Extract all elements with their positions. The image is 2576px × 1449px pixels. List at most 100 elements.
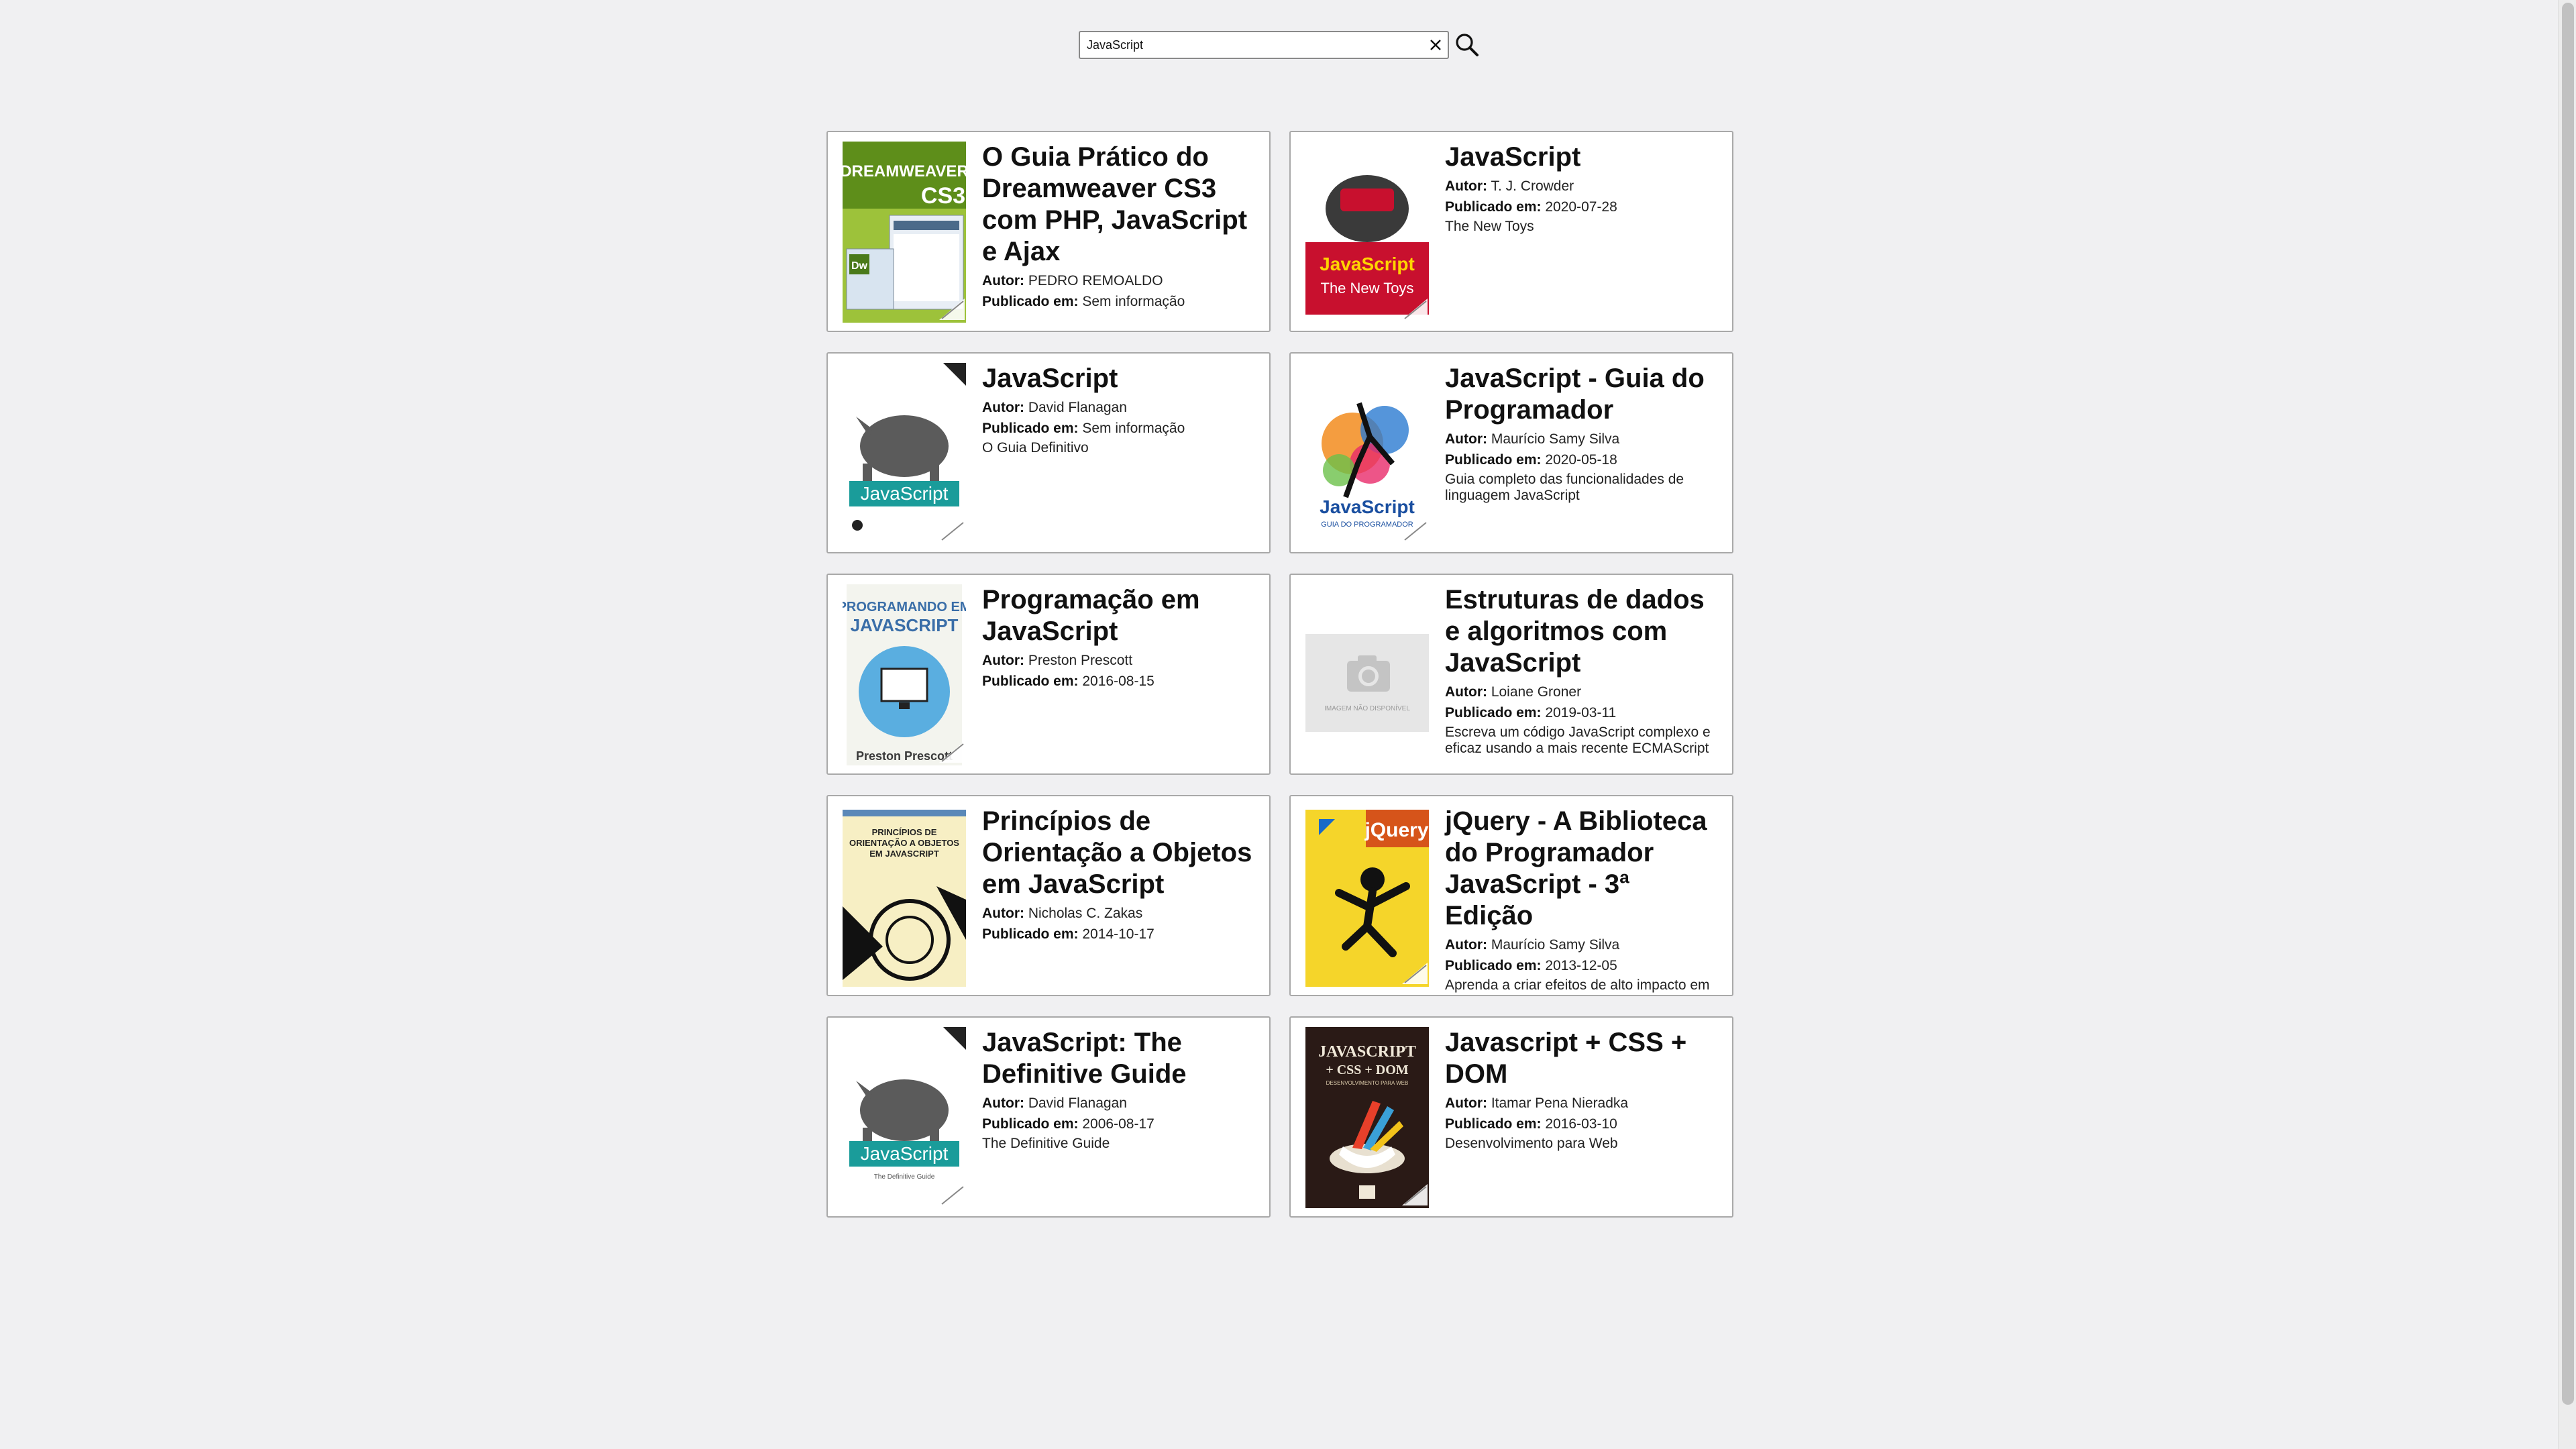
book-card[interactable]: JavaScript The New Toys JavaScript Autor… (1289, 131, 1733, 332)
book-author: Autor: Preston Prescott (982, 650, 1258, 671)
scrollbar-thumb[interactable] (2562, 3, 2574, 1405)
book-title[interactable]: JavaScript (982, 363, 1258, 394)
search-input[interactable] (1087, 33, 1424, 57)
author-label: Autor: (1445, 684, 1487, 700)
published-label: Publicado em: (1445, 1116, 1542, 1132)
book-subtitle: O Guia Definitivo (982, 440, 1089, 455)
author-value: Itamar Pena Nieradka (1491, 1095, 1629, 1111)
author-label: Autor: (1445, 431, 1487, 447)
book-published: Publicado em: Sem informação (982, 418, 1258, 439)
book-published: Publicado em: 2019-03-11 (1445, 702, 1721, 723)
author-value: T. J. Crowder (1491, 178, 1574, 194)
book-card[interactable]: JavaScript JavaScript Autor: David Flana… (826, 352, 1271, 553)
published-label: Publicado em: (982, 926, 1079, 942)
book-info: jQuery - A Biblioteca do Programador Jav… (1445, 806, 1721, 995)
book-author: Autor: T. J. Crowder (1445, 176, 1721, 197)
author-label: Autor: (1445, 1095, 1487, 1111)
published-label: Publicado em: (982, 294, 1079, 309)
book-card[interactable]: JAVASCRIPT + CSS + DOM DESENVOLVIMENTO P… (1289, 1016, 1733, 1218)
book-info: Programação em JavaScript Autor: Preston… (982, 584, 1258, 765)
book-info: JavaScript Autor: David Flanagan Publica… (982, 363, 1258, 544)
svg-text:JavaScript: JavaScript (861, 1143, 949, 1164)
book-card[interactable]: JavaScript The Definitive Guide JavaScri… (826, 1016, 1271, 1218)
book-published: Publicado em: 2020-05-18 (1445, 449, 1721, 470)
book-title[interactable]: Javascript + CSS + DOM (1445, 1027, 1721, 1090)
book-cover: PRINCÍPIOS DE ORIENTAÇÃO A OBJETOS EM JA… (843, 806, 966, 987)
book-author: Autor: Maurício Samy Silva (1445, 934, 1721, 955)
book-card[interactable]: PROGRAMANDO EM JAVASCRIPT Preston Presco… (826, 574, 1271, 775)
book-published: Publicado em: 2014-10-17 (982, 924, 1258, 945)
book-published: Publicado em: 2006-08-17 (982, 1114, 1258, 1134)
book-info: Estruturas de dados e algoritmos com Jav… (1445, 584, 1721, 765)
svg-text:The Definitive Guide: The Definitive Guide (874, 1173, 935, 1181)
svg-text:PRINCÍPIOS DE: PRINCÍPIOS DE (872, 827, 937, 837)
author-label: Autor: (982, 906, 1024, 921)
book-title[interactable]: Princípios de Orientação a Objetos em Ja… (982, 806, 1258, 900)
svg-text:Dw: Dw (851, 260, 868, 272)
book-title[interactable]: Estruturas de dados e algoritmos com Jav… (1445, 584, 1721, 679)
book-title[interactable]: O Guia Prático do Dreamweaver CS3 com PH… (982, 142, 1258, 268)
book-info: Princípios de Orientação a Objetos em Ja… (982, 806, 1258, 987)
published-label: Publicado em: (982, 1116, 1079, 1132)
published-value: 2016-08-15 (1082, 674, 1155, 689)
book-card[interactable]: jQuery jQuery - A Biblioteca do Programa… (1289, 795, 1733, 996)
author-label: Autor: (1445, 937, 1487, 953)
svg-text:JavaScript: JavaScript (1320, 254, 1415, 274)
svg-text:EM JAVASCRIPT: EM JAVASCRIPT (869, 849, 939, 859)
book-title[interactable]: JavaScript: The Definitive Guide (982, 1027, 1258, 1090)
book-published: Publicado em: 2020-07-28 (1445, 197, 1721, 217)
svg-text:DESENVOLVIMENTO PARA WEB: DESENVOLVIMENTO PARA WEB (1326, 1080, 1409, 1086)
published-value: 2020-05-18 (1545, 452, 1617, 468)
published-value: 2020-07-28 (1545, 199, 1617, 215)
close-icon (1430, 40, 1441, 50)
published-value: 2019-03-11 (1545, 705, 1617, 720)
book-subtitle: Desenvolvimento para Web (1445, 1136, 1618, 1151)
svg-text:jQuery: jQuery (1364, 819, 1428, 841)
book-title[interactable]: jQuery - A Biblioteca do Programador Jav… (1445, 806, 1721, 932)
book-subtitle: Escreva um código JavaScript complexo e … (1445, 724, 1711, 756)
book-cover: JavaScript (843, 363, 966, 544)
book-published: Publicado em: 2016-03-10 (1445, 1114, 1721, 1134)
book-card[interactable]: IMAGEM NÃO DISPONÍVEL Estruturas de dado… (1289, 574, 1733, 775)
svg-text:CS3: CS3 (921, 183, 965, 209)
author-label: Autor: (1445, 178, 1487, 194)
book-cover: JavaScript The Definitive Guide (843, 1027, 966, 1208)
author-label: Autor: (982, 400, 1024, 415)
author-value: Loiane Groner (1491, 684, 1582, 700)
book-card[interactable]: DREAMWEAVER CS3 Dw O Guia Prático do Dre… (826, 131, 1271, 332)
author-value: Maurício Samy Silva (1491, 431, 1620, 447)
book-card[interactable]: JavaScript GUIA DO PROGRAMADOR JavaScrip… (1289, 352, 1733, 553)
author-value: Maurício Samy Silva (1491, 937, 1620, 953)
author-value: David Flanagan (1028, 1095, 1127, 1111)
svg-text:JAVASCRIPT: JAVASCRIPT (851, 615, 959, 635)
book-published: Publicado em: 2013-12-05 (1445, 955, 1721, 976)
published-value: 2013-12-05 (1545, 958, 1617, 973)
svg-text:JavaScript: JavaScript (861, 483, 949, 504)
book-cover: JavaScript GUIA DO PROGRAMADOR (1305, 363, 1429, 544)
book-author: Autor: Itamar Pena Nieradka (1445, 1093, 1721, 1114)
book-subtitle: Guia completo das funcionalidades de lin… (1445, 472, 1684, 503)
search-icon (1456, 34, 1479, 56)
book-author: Autor: Loiane Groner (1445, 682, 1721, 702)
svg-text:DREAMWEAVER: DREAMWEAVER (843, 162, 966, 180)
book-author: Autor: David Flanagan (982, 1093, 1258, 1114)
svg-text:+ CSS + DOM: + CSS + DOM (1326, 1063, 1408, 1077)
published-label: Publicado em: (1445, 705, 1542, 720)
book-title[interactable]: Programação em JavaScript (982, 584, 1258, 647)
book-title[interactable]: JavaScript (1445, 142, 1721, 173)
book-published: Publicado em: 2016-08-15 (982, 671, 1258, 692)
book-info: Javascript + CSS + DOM Autor: Itamar Pen… (1445, 1027, 1721, 1208)
author-value: PEDRO REMOALDO (1028, 273, 1163, 288)
book-cover: JAVASCRIPT + CSS + DOM DESENVOLVIMENTO P… (1305, 1027, 1429, 1208)
book-author: Autor: Nicholas C. Zakas (982, 903, 1258, 924)
book-card[interactable]: PRINCÍPIOS DE ORIENTAÇÃO A OBJETOS EM JA… (826, 795, 1271, 996)
scrollbar[interactable] (2558, 0, 2576, 1449)
book-title[interactable]: JavaScript - Guia do Programador (1445, 363, 1721, 426)
book-subtitle: Aprenda a criar efeitos de alto impacto … (1445, 977, 1710, 995)
clear-search-button[interactable] (1424, 33, 1448, 57)
book-author: Autor: Maurício Samy Silva (1445, 429, 1721, 449)
book-cover: IMAGEM NÃO DISPONÍVEL (1305, 584, 1429, 765)
search-button[interactable] (1450, 30, 1484, 60)
book-cover: DREAMWEAVER CS3 Dw (843, 142, 966, 323)
published-label: Publicado em: (982, 674, 1079, 689)
